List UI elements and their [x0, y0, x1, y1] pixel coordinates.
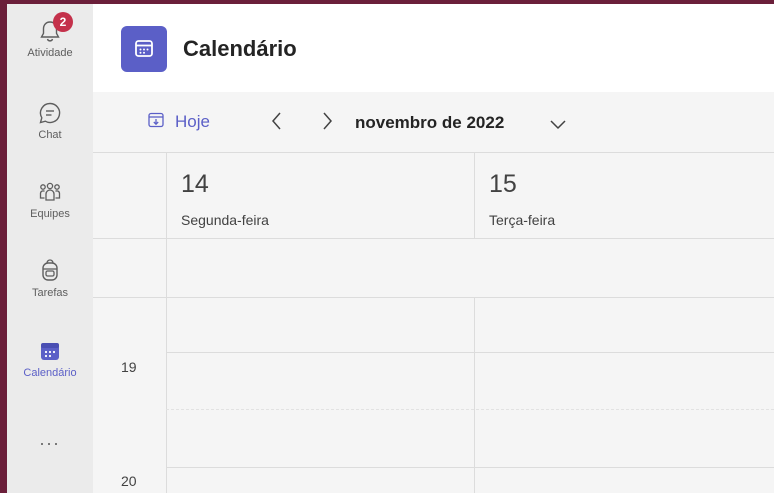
time-slot[interactable]	[167, 298, 474, 493]
chevron-right-icon[interactable]	[317, 108, 337, 134]
people-icon	[37, 179, 63, 205]
calendar-toolbar: Hoje novembro de 2022	[93, 92, 774, 152]
rail-item-teams-label: Equipes	[30, 208, 70, 220]
backpack-icon	[37, 258, 63, 284]
day-header[interactable]: 14 Segunda-feira	[166, 152, 474, 238]
window-frame: 2 Atividade Chat Equipes Tarefas Calendá…	[0, 0, 774, 493]
calendar-app: Calendário Hoje novembro de 2022 14 Segu…	[93, 4, 774, 493]
day-name: Segunda-feira	[181, 212, 269, 228]
rail-item-calendar-label: Calendário	[23, 367, 77, 379]
hour-label: 20	[121, 473, 137, 489]
day-header[interactable]: 15 Terça-feira	[474, 152, 774, 238]
today-icon	[147, 111, 165, 134]
rail-item-tasks-label: Tarefas	[31, 287, 69, 299]
today-label: Hoje	[175, 112, 210, 131]
chevron-left-icon[interactable]	[267, 108, 287, 134]
all-day-divider	[166, 238, 167, 297]
month-picker-label[interactable]: novembro de 2022	[355, 113, 504, 133]
rail-item-activity[interactable]: 2 Atividade	[7, 12, 93, 59]
day-number: 15	[489, 170, 517, 198]
notification-badge: 2	[53, 12, 73, 32]
day-name: Terça-feira	[489, 212, 556, 228]
today-button[interactable]: Hoje	[147, 110, 210, 134]
rail-item-teams[interactable]: Equipes	[7, 179, 93, 220]
rail-item-activity-label: Atividade	[27, 47, 73, 59]
day-number: 14	[181, 170, 209, 198]
rail-item-chat-label: Chat	[38, 129, 62, 141]
rail-item-chat[interactable]: Chat	[7, 100, 93, 141]
calendar-app-icon	[121, 26, 167, 72]
chat-icon	[37, 100, 63, 126]
calendar-icon	[37, 338, 63, 364]
rail-item-tasks[interactable]: Tarefas	[7, 258, 93, 299]
week-grid: 14 Segunda-feira 15 Terça-feira 19 20	[93, 152, 774, 493]
time-slot[interactable]	[475, 298, 774, 493]
app-header: Calendário	[93, 4, 774, 92]
more-apps-button[interactable]: ...	[7, 429, 93, 450]
rail-item-calendar[interactable]: Calendário	[7, 338, 93, 379]
hour-label: 19	[121, 359, 137, 375]
header-divider	[93, 238, 774, 239]
app-bar: 2 Atividade Chat Equipes Tarefas Calendá…	[7, 4, 93, 493]
page-title: Calendário	[183, 36, 297, 61]
chevron-down-icon[interactable]	[547, 114, 569, 134]
bell-icon: 2	[37, 12, 73, 44]
